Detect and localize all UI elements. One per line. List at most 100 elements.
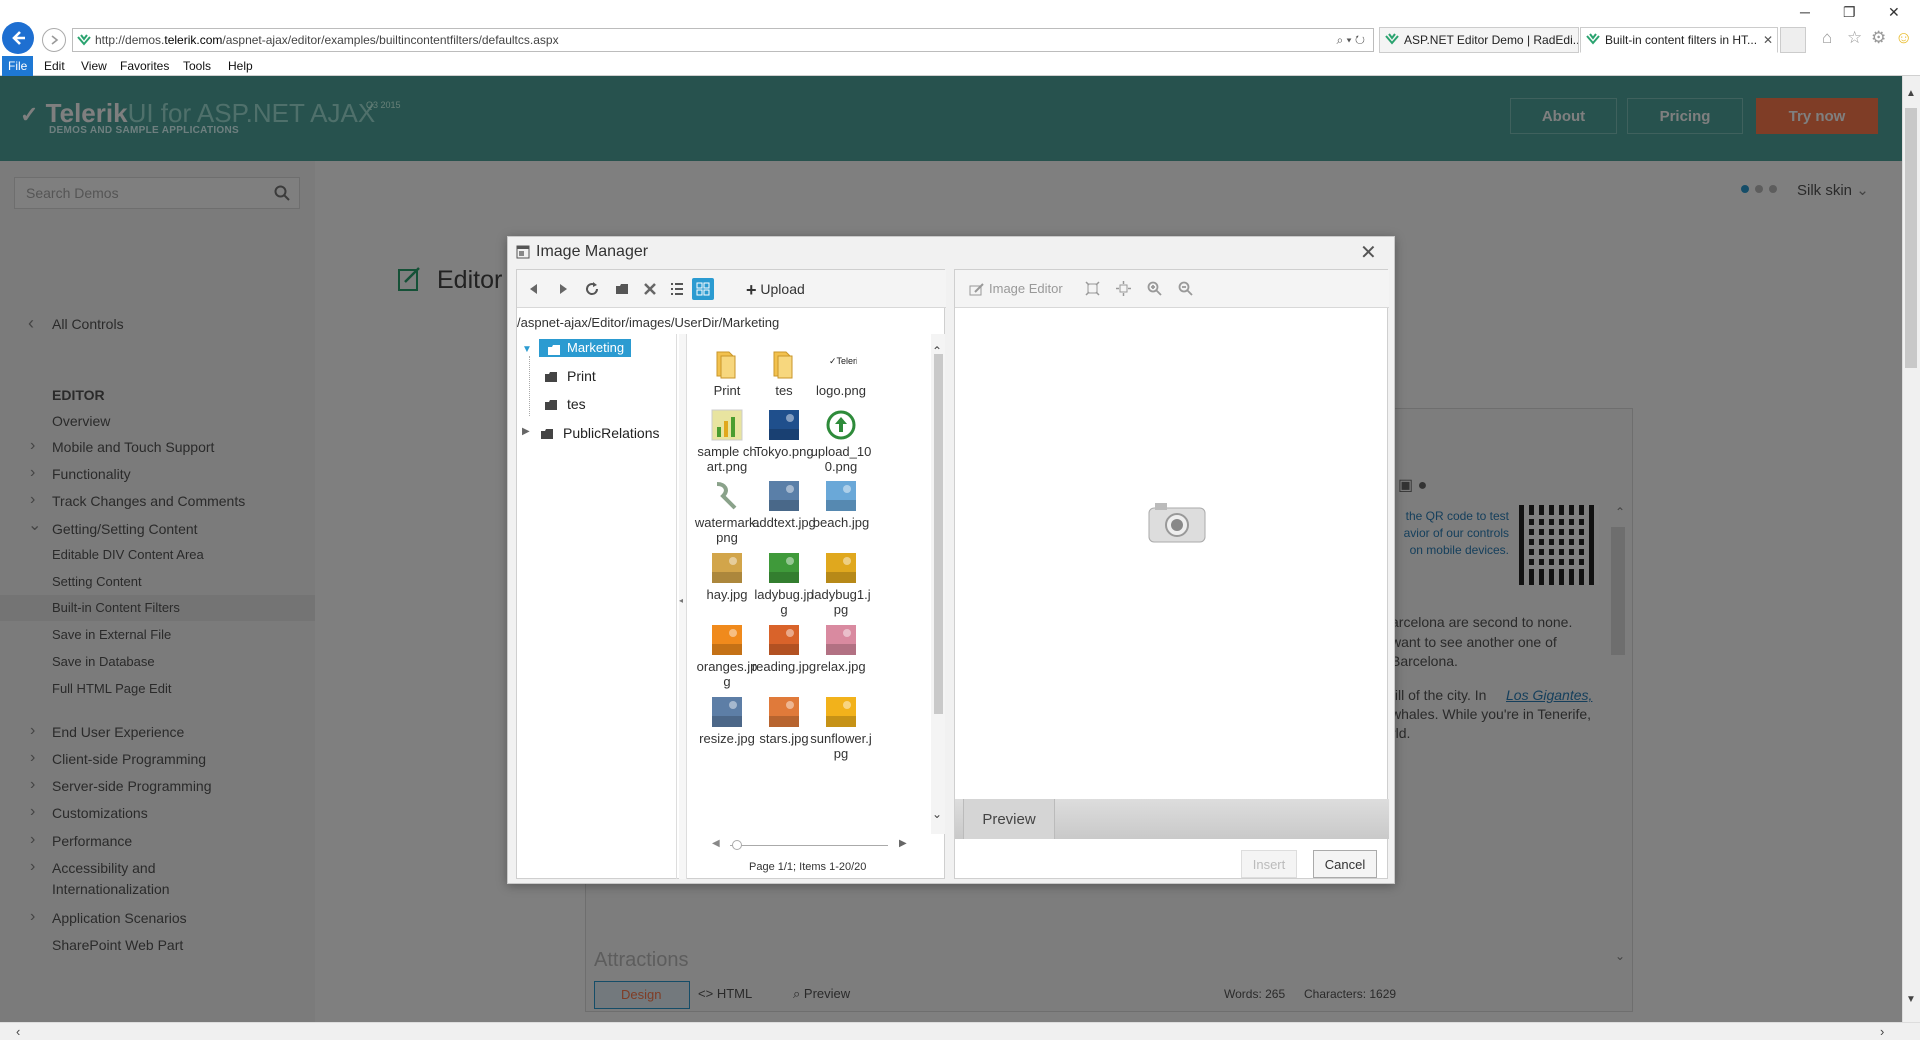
list-view-icon[interactable]: [666, 278, 688, 300]
scroll-knob[interactable]: [732, 840, 742, 850]
refresh-icon[interactable]: [581, 278, 603, 300]
tree-node-publicrelations[interactable]: PublicRelations: [541, 425, 660, 441]
restore-icon[interactable]: ❐: [1843, 4, 1856, 21]
favorites-star-icon[interactable]: ☆: [1847, 28, 1862, 48]
collapse-pane-icon[interactable]: ◂: [679, 596, 683, 605]
forward-arrow-icon[interactable]: [42, 28, 66, 52]
file-browser-pane: + Upload /aspnet-ajax/Editor/images/User…: [516, 269, 946, 879]
upload-thumbnail-icon: [825, 409, 857, 441]
best-fit-icon[interactable]: [1085, 281, 1100, 296]
pane-splitter[interactable]: ◂: [679, 334, 687, 879]
camera-placeholder-icon: [1147, 500, 1207, 544]
search-refresh-icons[interactable]: ⌕ ▾ ↻: [1336, 29, 1365, 51]
menu-tools[interactable]: Tools: [177, 56, 217, 76]
tab-close-icon[interactable]: ✕: [1763, 28, 1773, 52]
expand-arrow-icon[interactable]: ▼: [522, 344, 532, 355]
preview-bar: Preview: [955, 799, 1389, 839]
tree-label: tes: [567, 396, 586, 412]
insert-button[interactable]: Insert: [1241, 850, 1297, 878]
menu-favorites[interactable]: Favorites: [114, 56, 175, 76]
collapse-arrow-icon[interactable]: ▶: [522, 426, 530, 437]
image-editor-button[interactable]: Image Editor: [969, 281, 1063, 296]
dialog-title: Image Manager: [536, 243, 649, 260]
upload-label: Upload: [760, 281, 805, 297]
file-item[interactable]: sunflower.jpg: [808, 696, 874, 761]
image-toolbar: Image Editor: [955, 270, 1389, 308]
tree-node-marketing[interactable]: Marketing: [539, 339, 632, 357]
folder-icon: [545, 400, 557, 410]
scroll-track: [730, 845, 888, 846]
delete-icon[interactable]: [639, 278, 661, 300]
menu-edit[interactable]: Edit: [38, 56, 71, 76]
file-grid-scroll-thumb[interactable]: [934, 354, 943, 714]
photo-thumbnail-icon: [711, 696, 743, 728]
actual-size-icon[interactable]: [1116, 281, 1131, 296]
tree-node-print[interactable]: Print: [545, 368, 596, 384]
new-folder-icon[interactable]: [611, 278, 633, 300]
zoom-in-icon[interactable]: [1147, 281, 1162, 296]
thumbnail-view-icon[interactable]: [692, 278, 714, 300]
url-domain: telerik.com: [164, 33, 223, 47]
address-bar[interactable]: http://demos.telerik.com/aspnet-ajax/edi…: [72, 28, 1374, 52]
minimize-icon[interactable]: ─: [1800, 4, 1810, 20]
file-grid-hscroll[interactable]: ◀ ▶: [712, 836, 912, 854]
smiley-feedback-icon[interactable]: ☺: [1895, 28, 1912, 48]
file-item[interactable]: relax.jpg: [808, 624, 874, 674]
tree-node-tes[interactable]: tes: [545, 396, 586, 412]
settings-gear-icon[interactable]: ⚙: [1871, 28, 1886, 48]
upload-button[interactable]: + Upload: [746, 280, 805, 301]
zoom-out-icon[interactable]: [1178, 281, 1193, 296]
site-favicon-icon: [77, 34, 91, 46]
photo-thumbnail-icon: [711, 552, 743, 584]
tab-label: ASP.NET Editor Demo | RadEdi...: [1404, 33, 1579, 47]
menu-help[interactable]: Help: [222, 56, 259, 76]
photo-thumbnail-icon: [825, 480, 857, 512]
plus-icon: +: [746, 280, 757, 300]
preview-tab[interactable]: Preview: [963, 799, 1055, 839]
photo-thumbnail-icon: [825, 696, 857, 728]
back-icon[interactable]: [522, 278, 544, 300]
menu-file[interactable]: File: [2, 56, 34, 76]
tab-label: Built-in content filters in HT...: [1605, 33, 1758, 47]
file-item[interactable]: beach.jpg: [808, 480, 874, 530]
scroll-left-arrow-icon[interactable]: ‹: [16, 1024, 20, 1039]
file-name: upload_100.png: [810, 444, 872, 474]
scroll-down-icon[interactable]: ⌄: [932, 807, 942, 821]
file-item[interactable]: ladybug1.jpg: [808, 552, 874, 617]
tree-label: Print: [567, 368, 596, 384]
tab-content-filters[interactable]: Built-in content filters in HT... ✕: [1580, 27, 1778, 53]
url-path: /aspnet-ajax/editor/examples/builtincont…: [222, 33, 559, 47]
file-item[interactable]: upload_100.png: [808, 409, 874, 474]
image-editor-label: Image Editor: [989, 281, 1063, 296]
scroll-right-arrow-icon[interactable]: ›: [1880, 1024, 1884, 1039]
folder-icon: [548, 345, 560, 355]
scroll-left-icon[interactable]: ◀: [712, 838, 720, 849]
url-prefix: http://demos.: [95, 33, 165, 47]
folder-thumbnail-icon: [768, 348, 800, 380]
page-scroll-thumb[interactable]: [1905, 108, 1917, 368]
file-name: logo.png: [816, 383, 866, 398]
page-horizontal-scrollbar[interactable]: ‹ ›: [0, 1022, 1920, 1040]
scroll-up-arrow-icon[interactable]: ▲: [1906, 88, 1916, 99]
new-tab-button[interactable]: [1780, 27, 1806, 53]
dialog-close-icon[interactable]: ✕: [1360, 240, 1377, 265]
tab-favicon-icon: [1586, 33, 1600, 45]
file-grid: Printtes✓Teleriklogo.pngsample chart.png…: [689, 334, 929, 844]
scroll-down-arrow-icon[interactable]: ▼: [1906, 994, 1916, 1005]
file-item[interactable]: ✓Telerik logo.png: [808, 348, 874, 398]
tree-label: Marketing: [567, 340, 625, 355]
close-window-icon[interactable]: ✕: [1888, 4, 1900, 21]
forward-icon[interactable]: [553, 278, 575, 300]
watermark-thumbnail-icon: [711, 480, 743, 512]
menu-view[interactable]: View: [75, 56, 113, 76]
file-toolbar: + Upload: [517, 270, 946, 308]
file-name: beach.jpg: [812, 515, 870, 530]
browser-chrome: ─ ❐ ✕ http://demos.telerik.com/aspnet-aj…: [0, 0, 1920, 76]
tab-editor-demo[interactable]: ASP.NET Editor Demo | RadEdi...: [1379, 27, 1579, 53]
photo-thumbnail-icon: [768, 409, 800, 441]
back-arrow-icon[interactable]: [2, 22, 34, 54]
scroll-right-icon[interactable]: ▶: [899, 838, 907, 849]
cancel-button[interactable]: Cancel: [1313, 850, 1377, 878]
home-icon[interactable]: ⌂: [1822, 28, 1832, 48]
logo-thumbnail-icon: ✓Telerik: [825, 348, 857, 380]
